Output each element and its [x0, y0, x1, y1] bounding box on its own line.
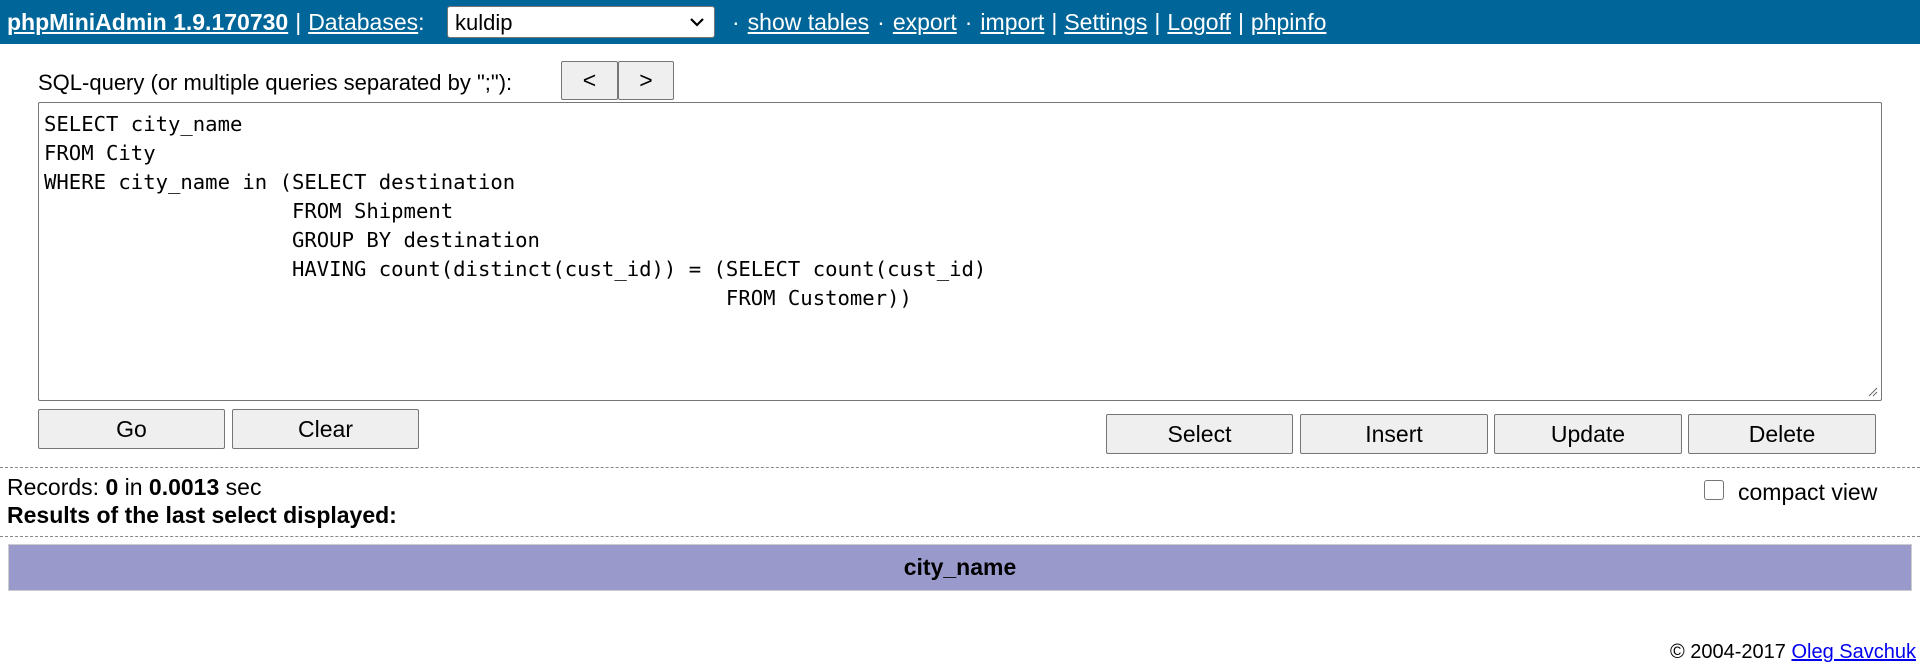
export-link[interactable]: export — [893, 9, 957, 36]
colon-text: : — [418, 9, 425, 35]
sql-query-textarea[interactable]: SELECT city_name FROM City WHERE city_na… — [38, 102, 1882, 401]
sql-query-label: SQL-query (or multiple queries separated… — [38, 70, 513, 95]
author-link[interactable]: Oleg Savchuk — [1791, 641, 1916, 663]
separator: | — [1237, 9, 1244, 35]
divider — [0, 536, 1920, 537]
previous-query-button[interactable]: < — [561, 61, 618, 100]
records-count: 0 — [105, 474, 119, 500]
separator-dot: · — [732, 9, 740, 35]
query-time: 0.0013 — [148, 474, 220, 500]
database-selected-value: kuldip — [455, 10, 513, 35]
separator: | — [295, 9, 302, 35]
header-links: · show tables · export · import | Settin… — [724, 9, 1326, 36]
records-label: Records: — [7, 474, 100, 500]
delete-template-button[interactable]: Delete — [1688, 414, 1876, 454]
select-template-button[interactable]: Select — [1106, 414, 1293, 454]
footer: © 2004-2017 Oleg Savchuk — [1670, 641, 1916, 664]
phpinfo-link[interactable]: phpinfo — [1251, 9, 1326, 36]
header-row: phpMiniAdmin 1.9.170730 | Databases : — [7, 9, 425, 36]
column-header-city-name[interactable]: city_name — [904, 554, 1017, 581]
chevron-down-icon — [690, 18, 704, 27]
insert-template-button[interactable]: Insert — [1300, 414, 1488, 454]
show-tables-link[interactable]: show tables — [748, 9, 869, 36]
update-template-button[interactable]: Update — [1494, 414, 1682, 454]
app-title-link[interactable]: phpMiniAdmin 1.9.170730 — [7, 9, 288, 36]
databases-link[interactable]: Databases — [308, 9, 418, 36]
results-table-header: city_name — [8, 544, 1912, 591]
compact-view-toggle[interactable]: compact view — [1704, 479, 1877, 506]
compact-view-label: compact view — [1738, 479, 1878, 505]
sql-query-text: SELECT city_name FROM City WHERE city_na… — [44, 112, 987, 310]
next-query-button[interactable]: > — [618, 61, 674, 100]
compact-view-checkbox[interactable] — [1704, 479, 1724, 500]
last-select-label: Results of the last select displayed: — [7, 502, 397, 528]
separator-dot: · — [964, 9, 973, 35]
copyright-text: © 2004-2017 — [1669, 641, 1786, 663]
sec-label: sec — [225, 474, 262, 500]
logoff-link[interactable]: Logoff — [1167, 9, 1231, 36]
database-select[interactable]: kuldip — [447, 6, 715, 38]
records-info: Records: 0 in 0.0013 sec — [7, 474, 261, 501]
import-link[interactable]: import — [980, 9, 1044, 36]
in-label: in — [124, 474, 143, 500]
resize-grip-icon[interactable] — [1867, 386, 1878, 397]
divider — [0, 467, 1920, 468]
header-bar: phpMiniAdmin 1.9.170730 | Databases : ku… — [0, 0, 1920, 44]
settings-link[interactable]: Settings — [1064, 9, 1147, 36]
clear-button[interactable]: Clear — [232, 409, 419, 449]
separator: | — [1154, 9, 1161, 35]
separator: | — [1051, 9, 1058, 35]
separator-dot: · — [877, 9, 885, 35]
go-button[interactable]: Go — [38, 409, 225, 449]
